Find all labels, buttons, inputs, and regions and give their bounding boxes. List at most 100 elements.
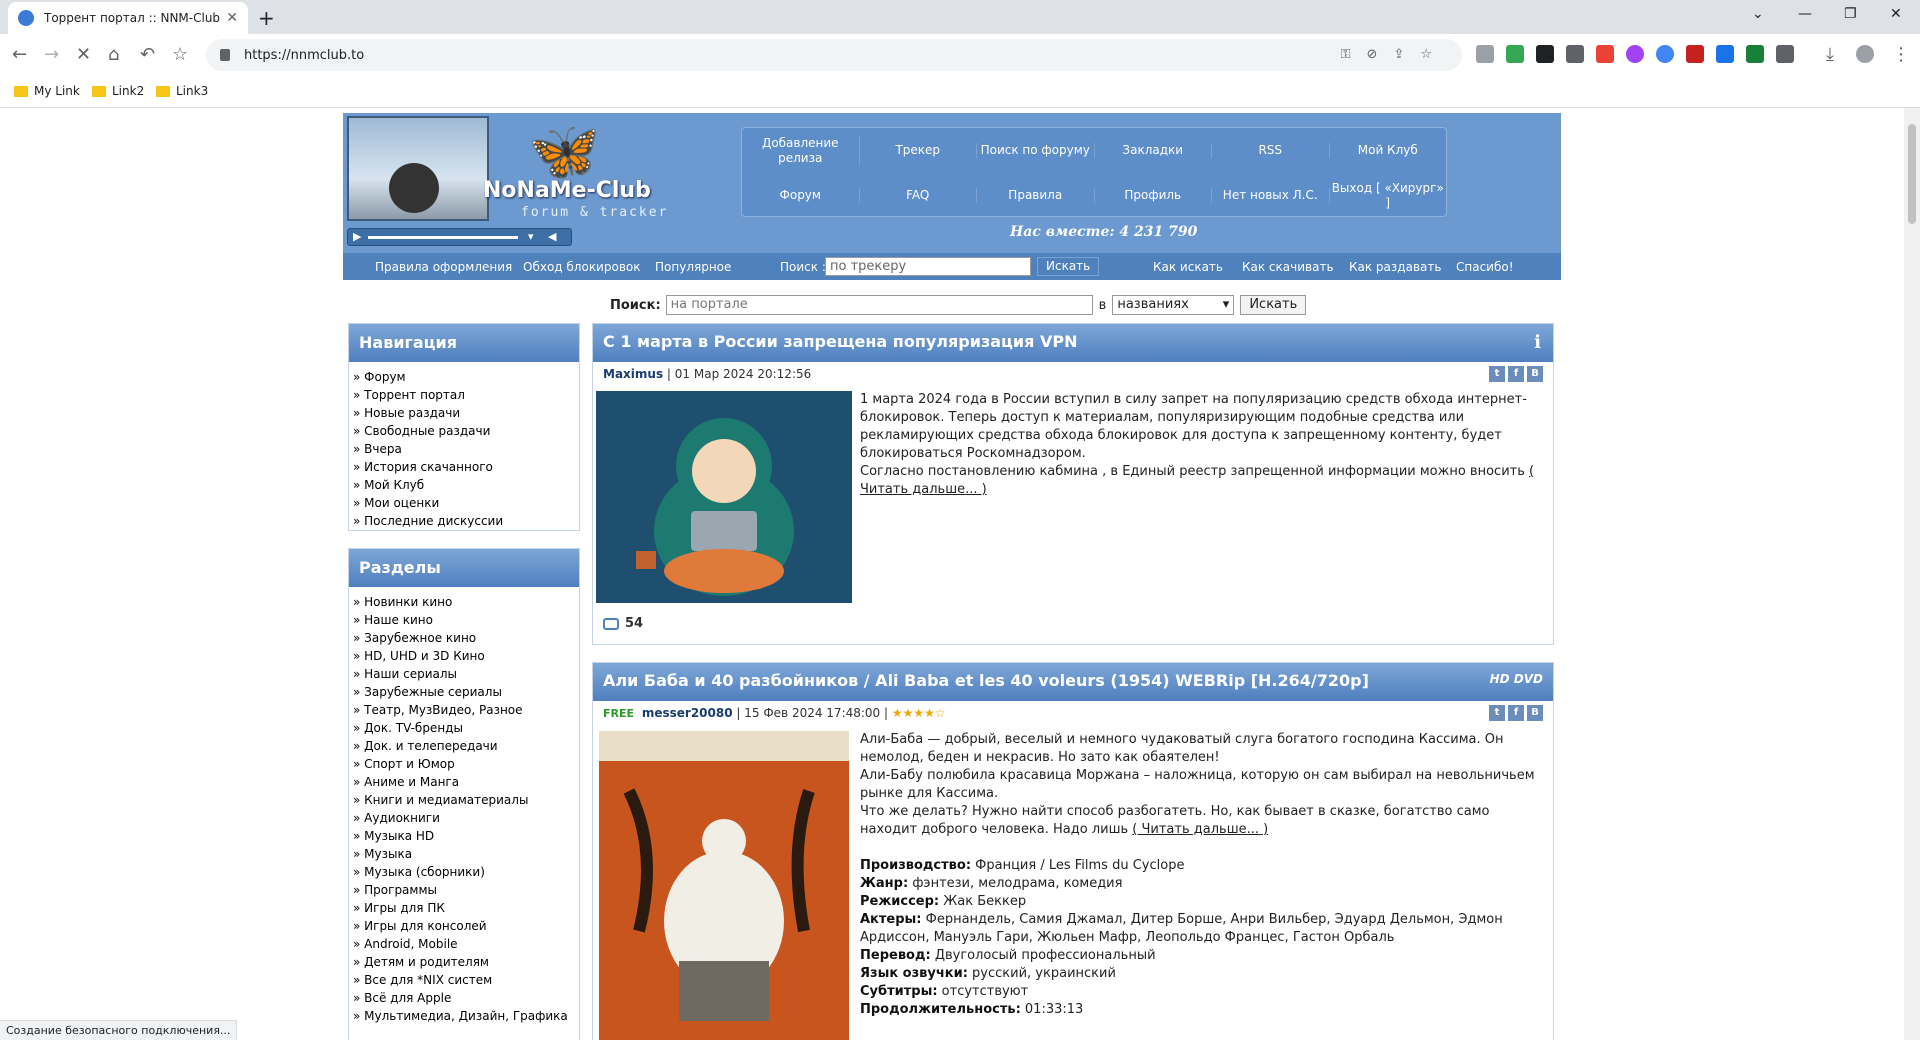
extension-dark-icon[interactable] [1536,45,1554,63]
section-link[interactable]: » Книги и медиаматериалы [353,791,575,809]
link-rules-format[interactable]: Правила оформления [375,260,512,274]
nav-link[interactable]: » Торрент портал [353,386,575,404]
menu-messages[interactable]: Нет новых Л.С. [1212,188,1330,203]
link-how-seed[interactable]: Как раздавать [1349,260,1441,274]
link-how-download[interactable]: Как скачивать [1242,260,1334,274]
bookmark-my-link[interactable]: My Link [14,84,80,98]
section-link[interactable]: » Android, Mobile [353,935,575,953]
nav-link[interactable]: » Мой Клуб [353,476,575,494]
nav-link[interactable]: » Вчера [353,440,575,458]
nav-link[interactable]: » Форум [353,368,575,386]
comments-link[interactable]: 54 [603,616,643,631]
extension-shield-icon[interactable] [1476,45,1494,63]
menu-faq[interactable]: FAQ [860,188,977,203]
minimize-button[interactable]: — [1798,6,1812,22]
volume-icon[interactable]: ◀ [548,230,556,243]
section-link[interactable]: » Программы [353,881,575,899]
extension-block-icon[interactable] [1626,45,1644,63]
menu-forum[interactable]: Форум [742,188,860,203]
link-thanks[interactable]: Спасибо! [1456,260,1514,274]
dropdown-icon[interactable]: ▾ [528,230,534,243]
audio-player[interactable]: ▶ ▾ ◀ [347,228,572,246]
share-twitter-icon[interactable]: t [1489,705,1505,721]
section-link[interactable]: » Театр, МузВидео, Разное [353,701,575,719]
post-author[interactable]: messer20080 [642,706,733,720]
section-link[interactable]: » Аниме и Манга [353,773,575,791]
nav-link[interactable]: » Мои оценки [353,494,575,512]
menu-my-club[interactable]: Мой Клуб [1330,143,1447,157]
section-link[interactable]: » Зарубежное кино [353,629,575,647]
section-link[interactable]: » Спорт и Юмор [353,755,575,773]
section-link[interactable]: » Игры для ПК [353,899,575,917]
menu-rss[interactable]: RSS [1212,143,1330,158]
address-bar[interactable]: https://nnmclub.to ⚿⊘⇪☆ [206,39,1462,71]
post-title[interactable]: С 1 марта в России запрещена популяризац… [593,324,1553,362]
restore-button[interactable]: ❐ [1844,6,1857,22]
vpn-matryoshka-image[interactable] [596,391,852,603]
read-more-link[interactable]: ( Читать дальше... ) [1132,822,1268,837]
section-link[interactable]: » Музыка [353,845,575,863]
movie-poster-image[interactable] [596,731,852,1040]
extension-blue-icon[interactable] [1656,45,1674,63]
extension-on-icon[interactable] [1746,45,1764,63]
share-facebook-icon[interactable]: f [1508,366,1524,382]
post-author[interactable]: Maximus [603,367,663,381]
close-tab-icon[interactable]: ✕ [226,10,238,26]
post-title-text[interactable]: С 1 марта в России запрещена популяризац… [603,332,1077,351]
link-popular[interactable]: Популярное [655,260,731,274]
extension-lock-icon[interactable] [1566,45,1584,63]
menu-bookmarks[interactable]: Закладки [1095,143,1212,158]
bookmark-star-icon[interactable]: ☆ [172,44,188,65]
post-title-text[interactable]: Али Баба и 40 разбойников / Ali Baba et … [603,671,1369,690]
tracker-search-input[interactable]: по трекеру [825,257,1031,276]
nav-link[interactable]: » История скачанного [353,458,575,476]
portal-search-button[interactable]: Искать [1240,295,1307,315]
close-window-button[interactable]: ✕ [1890,6,1902,22]
section-link[interactable]: » Все для *NIX систем [353,971,575,989]
section-link[interactable]: » Док. TV-бренды [353,719,575,737]
bookmark-link2[interactable]: Link2 [92,84,144,98]
stop-loading-button[interactable]: ✕ [76,44,91,65]
back-button[interactable]: ← [12,44,27,65]
logo-image[interactable] [347,116,489,221]
nav-link[interactable]: » Свободные раздачи [353,422,575,440]
extension-red-icon[interactable] [1596,45,1614,63]
share-facebook-icon[interactable]: f [1508,705,1524,721]
section-link[interactable]: » Всё для Apple [353,989,575,1007]
tab-search-icon[interactable]: ⌄ [1752,6,1764,22]
menu-add-release[interactable]: Добавление релиза [742,136,860,165]
section-link[interactable]: » Док. и телепередачи [353,737,575,755]
portal-search-select[interactable]: названиях [1112,295,1235,315]
link-bypass[interactable]: Обход блокировок [523,260,640,274]
extensions-puzzle-icon[interactable] [1776,45,1794,63]
download-icon[interactable]: ⤓ [1826,44,1834,65]
post-title[interactable]: Али Баба и 40 разбойников / Ali Baba et … [593,663,1553,701]
browser-tab[interactable]: Торрент портал :: NNM-Club ✕ [8,2,248,34]
player-progress[interactable] [368,236,518,239]
share-vk-icon[interactable]: B [1527,705,1543,721]
play-icon[interactable]: ▶ [353,230,361,243]
browser-menu-icon[interactable]: ⋮ [1892,44,1910,65]
extension-tool-icon[interactable] [1716,45,1734,63]
section-link[interactable]: » Новинки кино [353,593,575,611]
scrollbar-thumb[interactable] [1908,124,1916,224]
share-vk-icon[interactable]: B [1527,366,1543,382]
section-link[interactable]: » Детям и родителям [353,953,575,971]
menu-forum-search[interactable]: Поиск по форуму [977,143,1095,158]
menu-profile[interactable]: Профиль [1095,188,1212,203]
new-tab-button[interactable]: + [258,6,275,30]
section-link[interactable]: » Наше кино [353,611,575,629]
share-twitter-icon[interactable]: t [1489,366,1505,382]
section-link[interactable]: » Зарубежные сериалы [353,683,575,701]
forward-button[interactable]: → [44,44,59,65]
page-scrollbar[interactable] [1904,108,1920,1040]
section-link[interactable]: » Игры для консолей [353,917,575,935]
extension-green-icon[interactable] [1506,45,1524,63]
section-link[interactable]: » HD, UHD и 3D Кино [353,647,575,665]
menu-tracker[interactable]: Трекер [860,143,977,158]
bookmark-link3[interactable]: Link3 [156,84,208,98]
home-button[interactable]: ⌂ [108,44,119,65]
menu-rules[interactable]: Правила [977,188,1095,203]
section-link[interactable]: » Наши сериалы [353,665,575,683]
profile-avatar-icon[interactable] [1856,45,1874,63]
